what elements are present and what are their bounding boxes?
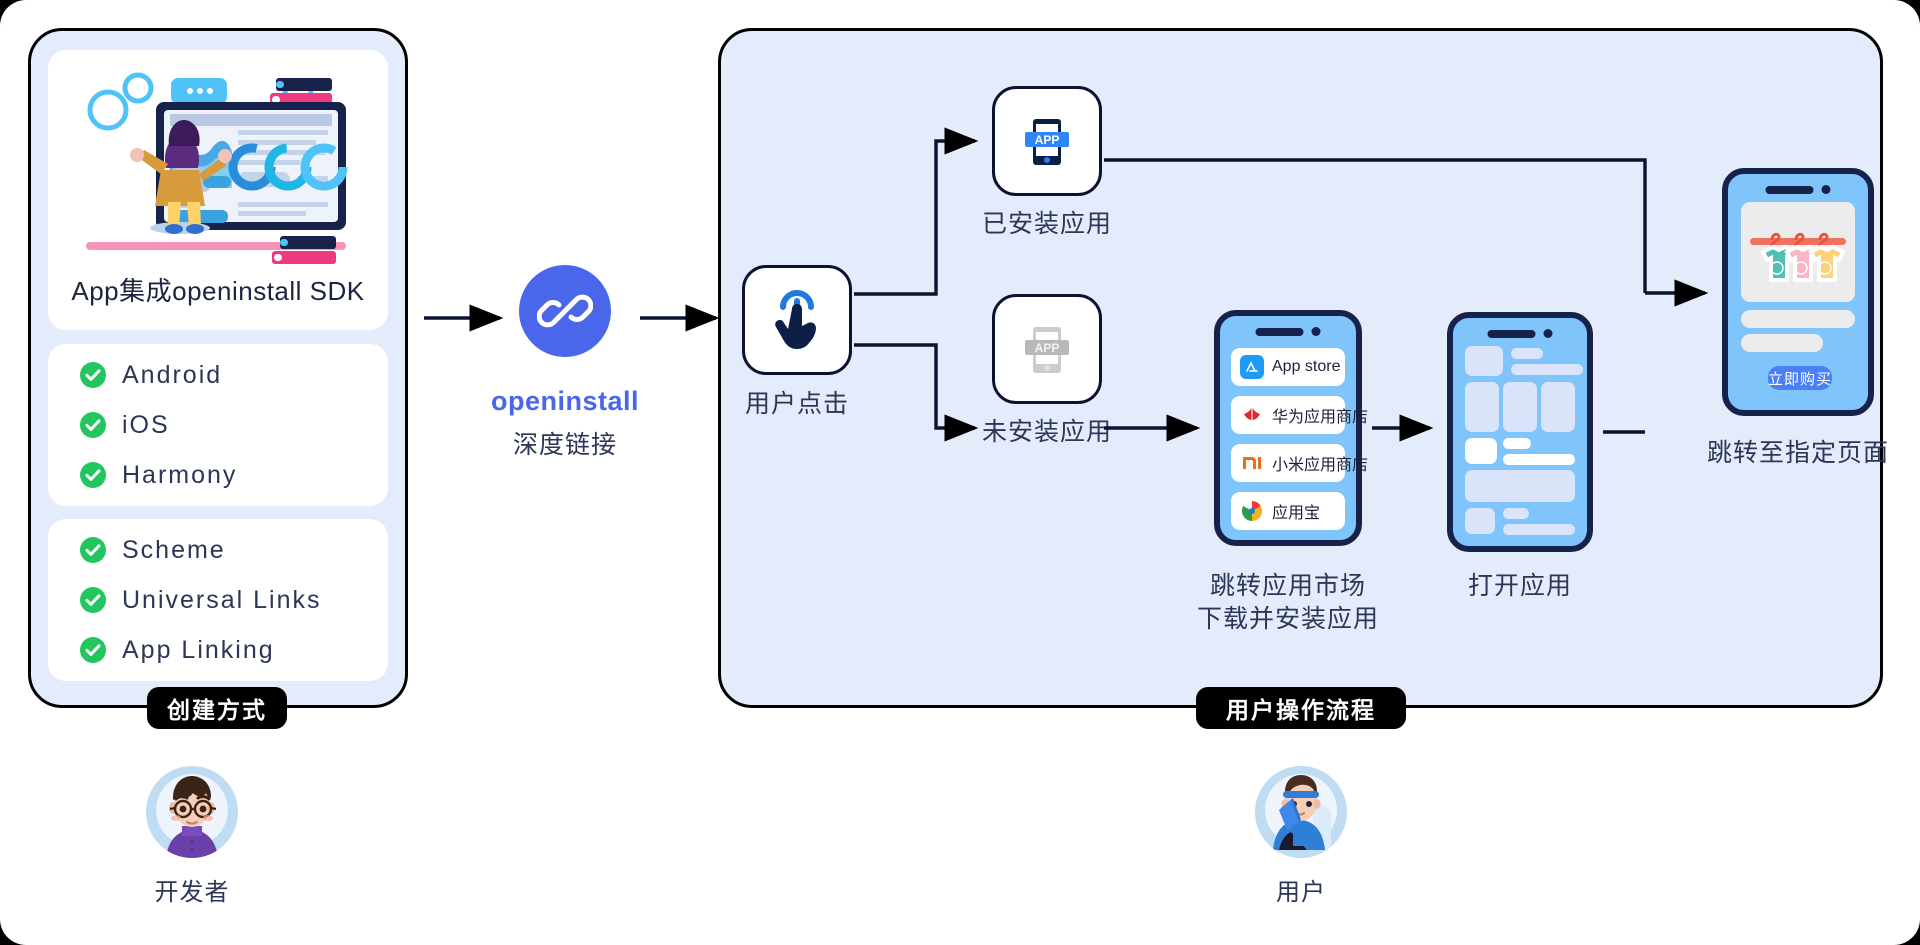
label-target-page: 跳转至指定页面 — [1706, 439, 1889, 467]
product-title-placeholder — [1741, 310, 1855, 328]
phone-target-page: 立即购买 — [1722, 168, 1874, 416]
svg-text:APP: APP — [1035, 133, 1060, 147]
platform-label: Android — [122, 360, 223, 389]
xiaomi-icon — [1240, 451, 1264, 475]
platform-label: Harmony — [122, 460, 238, 489]
store-item-huawei[interactable]: 华为应用商店 — [1231, 396, 1368, 434]
skeleton-line — [1503, 438, 1531, 449]
store-item-appstore[interactable]: App store — [1231, 348, 1345, 386]
label-developer: 开发者 — [154, 879, 230, 906]
phone-app-market: App store 华为应用商店 小米应用商店 应用宝 — [1214, 310, 1368, 546]
label-app-installed: 已安装应用 — [981, 210, 1112, 238]
skeleton-line — [1503, 454, 1575, 465]
skeleton-line — [1511, 348, 1543, 359]
store-name: App store — [1272, 358, 1341, 375]
svg-text:APP: APP — [1035, 341, 1060, 355]
sdk-card-title: App集成openinstall SDK — [71, 276, 365, 306]
product-desc-placeholder — [1741, 334, 1823, 352]
check-icon — [80, 637, 106, 663]
label-user-click: 用户点击 — [744, 390, 849, 418]
yingyongbao-icon — [1240, 499, 1264, 523]
huawei-icon — [1240, 403, 1264, 427]
phone-notch — [1255, 327, 1321, 336]
tap-click-icon — [775, 290, 816, 349]
store-item-xiaomi[interactable]: 小米应用商店 — [1231, 444, 1368, 482]
platform-item[interactable]: iOS — [48, 400, 388, 450]
sdk-illustration — [86, 72, 348, 264]
buy-now-button[interactable]: 立即购买 — [1768, 366, 1832, 390]
store-name: 小米应用商店 — [1272, 457, 1369, 474]
node-user-click[interactable] — [742, 265, 852, 375]
openinstall-subtitle: 深度链接 — [512, 431, 617, 459]
store-item-yingyongbao[interactable]: 应用宝 — [1231, 492, 1345, 530]
skeleton-block — [1465, 382, 1499, 432]
check-icon — [80, 587, 106, 613]
sdk-illustration-card: App集成openinstall SDK — [48, 50, 388, 330]
phone-app-not-installed-icon: APP — [1025, 327, 1069, 373]
label-app-market-line1: 跳转应用市场 — [1209, 572, 1366, 600]
phone-open-app — [1447, 312, 1593, 552]
phone-notch — [1487, 329, 1553, 338]
skeleton-block — [1541, 382, 1575, 432]
platform-label: iOS — [122, 410, 170, 439]
product-image — [1741, 202, 1855, 302]
label-app-market-line2: 下载并安装应用 — [1196, 605, 1379, 633]
check-icon — [80, 462, 106, 488]
openinstall-logo-circle — [519, 265, 611, 357]
skeleton-line — [1511, 364, 1583, 375]
platform-item[interactable]: Harmony — [48, 450, 388, 500]
check-icon — [80, 412, 106, 438]
label-user: 用户 — [1276, 879, 1326, 906]
skeleton-block — [1465, 438, 1497, 464]
skeleton-block — [1465, 470, 1575, 502]
badge-create-method: 创建方式 — [147, 687, 287, 729]
skeleton-line — [1503, 524, 1575, 535]
diagram-canvas: App集成openinstall SDK Android iOS Harmony… — [0, 0, 1920, 945]
link-types-card: Scheme Universal Links App Linking — [48, 519, 388, 681]
link-type-label: App Linking — [122, 635, 275, 664]
link-type-label: Universal Links — [122, 585, 322, 614]
phone-notch — [1765, 185, 1831, 194]
check-icon — [80, 362, 106, 388]
link-type-item[interactable]: App Linking — [48, 625, 388, 675]
phone-app-installed-icon: APP — [1025, 119, 1069, 165]
badge-user-flow: 用户操作流程 — [1196, 687, 1406, 729]
link-type-label: Scheme — [122, 535, 226, 564]
skeleton-block — [1465, 508, 1495, 534]
chain-link-icon — [537, 294, 593, 328]
skeleton-line — [1503, 508, 1529, 519]
node-app-not-installed[interactable]: APP — [992, 294, 1102, 404]
appstore-icon — [1240, 355, 1264, 379]
skeleton-block — [1503, 382, 1537, 432]
label-app-not-installed: 未安装应用 — [981, 418, 1112, 446]
store-name: 华为应用商店 — [1272, 409, 1369, 426]
skeleton-block — [1465, 346, 1503, 376]
link-type-item[interactable]: Universal Links — [48, 575, 388, 625]
platforms-card: Android iOS Harmony — [48, 344, 388, 506]
platform-item[interactable]: Android — [48, 350, 388, 400]
avatar-developer — [146, 766, 238, 858]
store-name: 应用宝 — [1272, 505, 1321, 522]
node-app-installed[interactable]: APP — [992, 86, 1102, 196]
label-open-app: 打开应用 — [1467, 572, 1572, 600]
check-icon — [80, 537, 106, 563]
avatar-user — [1255, 766, 1347, 858]
link-type-item[interactable]: Scheme — [48, 525, 388, 575]
openinstall-brand: openinstall — [490, 386, 639, 416]
